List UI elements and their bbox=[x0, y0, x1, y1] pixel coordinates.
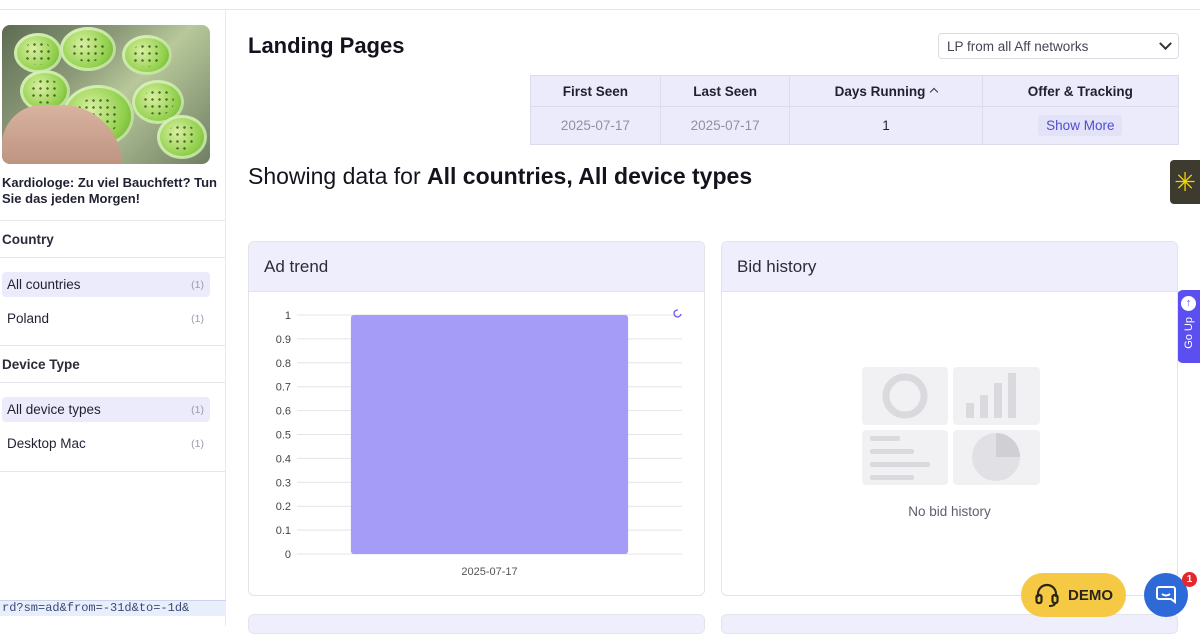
x-tick-label: 2025-07-17 bbox=[461, 566, 517, 578]
divider bbox=[0, 220, 225, 221]
first-seen-cell: 2025-07-17 bbox=[530, 106, 661, 145]
network-select[interactable]: LP from all Aff networks bbox=[938, 33, 1179, 59]
ad-trend-title: Ad trend bbox=[249, 242, 704, 292]
filter-label: Desktop Mac bbox=[7, 436, 86, 451]
filter-count: (1) bbox=[191, 278, 204, 291]
col-days-running-label: Days Running bbox=[834, 83, 926, 99]
col-last-seen: Last Seen bbox=[659, 75, 791, 107]
filter-count: (1) bbox=[191, 312, 204, 325]
y-tick-label: 0.4 bbox=[276, 453, 291, 465]
status-url-bar: rd?sm=ad&from=-31d&to=-1d& bbox=[0, 600, 226, 616]
empty-state-illustration bbox=[862, 367, 1040, 485]
sort-asc-icon bbox=[930, 87, 939, 96]
demo-label: DEMO bbox=[1068, 586, 1113, 604]
demo-button[interactable]: DEMO bbox=[1021, 573, 1126, 617]
filter-country-poland[interactable]: Poland (1) bbox=[2, 306, 210, 331]
reset-zoom-icon[interactable] bbox=[673, 309, 682, 318]
last-seen-cell: 2025-07-17 bbox=[659, 106, 791, 145]
ad-trend-chart: 0 0.1 0.2 0.3 0.4 0.5 0.6 0.7 0.8 0.9 1 2025-07-17 bbox=[249, 292, 704, 595]
network-select-value: LP from all Aff networks bbox=[947, 38, 1089, 54]
chat-icon bbox=[1156, 586, 1176, 604]
col-days-running[interactable]: Days Running bbox=[789, 75, 983, 107]
bid-history-card: Bid history No bid history bbox=[721, 241, 1178, 596]
ad-caption: Kardiologe: Zu viel Bauchfett? Tun Sie d… bbox=[2, 175, 217, 206]
divider bbox=[0, 471, 225, 472]
filter-label: Poland bbox=[7, 311, 50, 326]
showing-data-text: Showing data for All countries, All devi… bbox=[248, 163, 752, 190]
y-tick-label: 0.9 bbox=[276, 334, 291, 346]
go-up-tab[interactable]: ↑ Go Up bbox=[1177, 290, 1200, 363]
divider bbox=[0, 345, 225, 346]
lower-card-left bbox=[248, 614, 705, 634]
landing-page-table: First Seen Last Seen Days Running Offer … bbox=[530, 75, 1180, 145]
filter-device-desktop-mac[interactable]: Desktop Mac (1) bbox=[2, 431, 210, 456]
filter-label: All countries bbox=[7, 277, 81, 292]
page-title: Landing Pages bbox=[248, 33, 405, 58]
showing-prefix: Showing data for bbox=[248, 163, 428, 189]
chat-unread-badge: 1 bbox=[1182, 572, 1197, 587]
y-tick-label: 0.6 bbox=[276, 406, 291, 418]
y-tick-label: 0.5 bbox=[276, 430, 291, 442]
days-running-cell: 1 bbox=[789, 106, 983, 145]
bar[interactable] bbox=[350, 315, 629, 554]
divider bbox=[0, 382, 225, 383]
headset-icon bbox=[1035, 583, 1059, 607]
y-tick-label: 0.3 bbox=[276, 477, 291, 489]
offer-tracking-cell: Show More bbox=[981, 106, 1180, 145]
y-tick-label: 1 bbox=[285, 310, 291, 322]
y-tick-label: 0.7 bbox=[276, 382, 291, 394]
filter-device-all[interactable]: All device types (1) bbox=[2, 397, 210, 422]
y-tick-label: 0.1 bbox=[276, 525, 291, 537]
no-bid-history-text: No bid history bbox=[908, 504, 991, 519]
asterisk-icon: ✳ bbox=[1174, 166, 1196, 197]
feedback-tab[interactable]: ✳ bbox=[1170, 160, 1200, 204]
arrow-up-icon: ↑ bbox=[1181, 296, 1196, 311]
ad-trend-card: Ad trend 0 0.1 0.2 0.3 0.4 0.5 0.6 0.7 0.8 0.9 1 20… bbox=[248, 241, 705, 596]
ad-creative-image[interactable] bbox=[2, 25, 210, 164]
show-more-button[interactable]: Show More bbox=[1038, 115, 1123, 136]
y-tick-label: 0.8 bbox=[276, 358, 291, 370]
country-section-title: Country bbox=[2, 232, 54, 247]
bid-history-title: Bid history bbox=[722, 242, 1177, 292]
col-first-seen: First Seen bbox=[530, 75, 661, 107]
filter-label: All device types bbox=[7, 402, 101, 417]
showing-scope: All countries, All device types bbox=[427, 163, 753, 189]
sidebar: Kardiologe: Zu viel Bauchfett? Tun Sie d… bbox=[0, 10, 226, 626]
table-row: 2025-07-17 2025-07-17 1 Show More bbox=[530, 106, 1180, 145]
col-offer-tracking: Offer & Tracking bbox=[981, 75, 1180, 107]
go-up-label: Go Up bbox=[1182, 317, 1195, 349]
lower-card-right bbox=[721, 614, 1178, 634]
filter-country-all[interactable]: All countries (1) bbox=[2, 272, 210, 297]
chevron-down-icon bbox=[1159, 36, 1172, 50]
ad-trend-svg: 0 0.1 0.2 0.3 0.4 0.5 0.6 0.7 0.8 0.9 1 2025-07-17 bbox=[276, 309, 682, 578]
filter-count: (1) bbox=[191, 437, 204, 450]
device-section-title: Device Type bbox=[2, 357, 80, 372]
y-tick-label: 0.2 bbox=[276, 501, 291, 513]
y-tick-label: 0 bbox=[285, 549, 291, 561]
filter-count: (1) bbox=[191, 403, 204, 416]
divider bbox=[0, 257, 225, 258]
